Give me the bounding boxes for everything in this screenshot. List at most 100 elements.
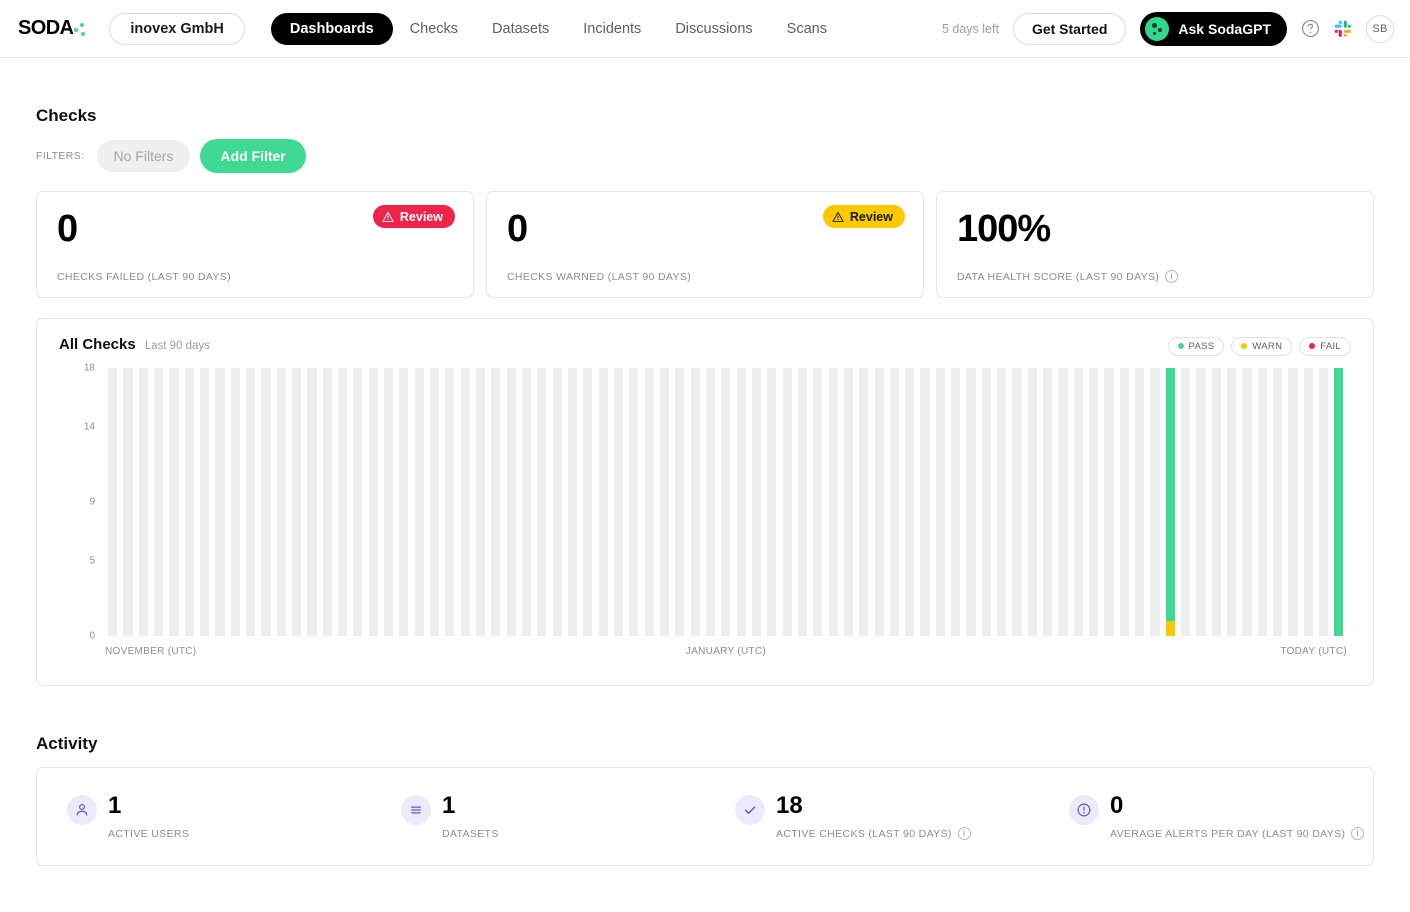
chart-bar[interactable] (491, 367, 501, 636)
chart-bar[interactable] (230, 367, 240, 636)
chart-bar[interactable] (521, 367, 532, 636)
chart-bar[interactable] (843, 367, 853, 636)
info-icon[interactable]: i (957, 827, 971, 841)
chart-bar[interactable] (552, 367, 562, 636)
chart-bar[interactable] (1288, 367, 1298, 636)
chart-bar[interactable] (414, 367, 424, 636)
chart-bar[interactable] (997, 367, 1007, 636)
chart-bar[interactable] (1319, 367, 1329, 636)
review-badge-warned[interactable]: Review (822, 205, 905, 228)
chart-bar[interactable] (721, 367, 731, 636)
legend-item-fail[interactable]: FAIL (1299, 336, 1351, 356)
chart-bar[interactable] (460, 367, 470, 636)
chart-bar[interactable] (138, 367, 148, 636)
chart-bar[interactable] (675, 367, 685, 636)
chart-bar[interactable] (690, 367, 700, 636)
legend-item-warn[interactable]: WARN (1231, 336, 1293, 356)
chart-bar[interactable] (782, 367, 792, 636)
chart-bar[interactable] (767, 367, 777, 636)
chart-bar[interactable] (154, 367, 164, 636)
chart-bar[interactable] (813, 367, 823, 636)
chart-bar[interactable] (981, 367, 991, 636)
chart-bar[interactable] (399, 367, 409, 636)
nav-item-discussions[interactable]: Discussions (658, 14, 769, 44)
chart-bar[interactable] (751, 367, 762, 636)
chart-bar[interactable] (169, 367, 179, 636)
chart-bar[interactable] (1303, 367, 1313, 636)
chart-bar[interactable] (1073, 367, 1083, 636)
chart-bar[interactable] (307, 367, 317, 636)
no-filters-chip[interactable]: No Filters (96, 140, 191, 172)
chart-bar[interactable] (659, 367, 670, 636)
chart-bar[interactable] (261, 367, 271, 636)
chart-bar[interactable] (429, 367, 440, 636)
chart-bar[interactable] (797, 367, 807, 636)
chart-bar[interactable] (935, 367, 945, 636)
legend-item-pass[interactable]: PASS (1167, 336, 1225, 356)
chart-bar[interactable] (1119, 367, 1129, 636)
chart-bar[interactable] (1027, 367, 1037, 636)
chart-bar[interactable] (537, 367, 547, 636)
chart-bar[interactable] (200, 367, 210, 636)
chart-bar[interactable] (292, 367, 302, 636)
nav-item-checks[interactable]: Checks (393, 14, 475, 44)
slack-icon[interactable] (1334, 20, 1352, 38)
chart-bar[interactable] (874, 367, 884, 636)
info-icon[interactable]: i (1165, 270, 1179, 283)
chart-bar[interactable] (1012, 367, 1022, 636)
org-switcher[interactable]: inovex GmbH (109, 12, 245, 45)
chart-bar[interactable] (920, 367, 930, 636)
chart-bar[interactable] (859, 367, 869, 636)
chart-bar[interactable] (613, 367, 624, 636)
chart-bar[interactable] (1135, 367, 1145, 636)
nav-item-datasets[interactable]: Datasets (475, 14, 566, 44)
chart-bar[interactable] (368, 367, 378, 636)
add-filter-button[interactable]: Add Filter (200, 139, 306, 173)
chart-bar[interactable] (1043, 367, 1053, 636)
nav-item-incidents[interactable]: Incidents (566, 14, 658, 44)
chart-bar[interactable] (705, 367, 716, 636)
chart-bar[interactable] (384, 367, 394, 636)
chart-bar[interactable] (629, 367, 639, 636)
chart-bar[interactable] (1242, 367, 1252, 636)
info-icon[interactable]: i (1351, 827, 1365, 841)
chart-bar[interactable] (583, 367, 593, 636)
nav-item-scans[interactable]: Scans (770, 14, 844, 44)
chart-bar[interactable] (506, 367, 516, 636)
chart-bar[interactable] (905, 367, 915, 636)
chart-bar[interactable] (1196, 367, 1206, 636)
chart-bar[interactable] (276, 367, 286, 636)
chart-bar[interactable] (215, 367, 225, 636)
chart-bar[interactable] (475, 367, 486, 636)
chart-bar[interactable] (246, 367, 256, 636)
chart-bar[interactable] (1104, 367, 1114, 636)
chart-bar[interactable] (123, 367, 133, 636)
chart-bar[interactable] (353, 367, 363, 636)
chart-bar[interactable] (1211, 367, 1221, 636)
chart-bar[interactable] (966, 367, 976, 636)
chart-bar[interactable] (1273, 367, 1283, 636)
chart-bar[interactable] (828, 367, 838, 636)
chart-bar[interactable] (338, 367, 348, 636)
chart-bar[interactable] (322, 367, 332, 636)
chart-bar[interactable] (1058, 367, 1068, 636)
ask-sodagpt-button[interactable]: Ask SodaGPT (1140, 11, 1287, 46)
chart-bar[interactable] (951, 367, 961, 636)
chart-bar[interactable] (108, 367, 118, 636)
review-badge-failed[interactable]: Review (372, 205, 455, 228)
help-circle-icon[interactable] (1301, 19, 1320, 38)
nav-item-dashboards[interactable]: Dashboards (270, 12, 393, 45)
chart-bar[interactable] (736, 367, 746, 636)
chart-bar[interactable] (445, 367, 455, 636)
chart-bar[interactable] (1165, 367, 1175, 636)
chart-bar[interactable] (1150, 367, 1160, 636)
chart-bar[interactable] (1334, 367, 1344, 636)
chart-bar[interactable] (1089, 367, 1099, 636)
user-avatar[interactable]: SB (1366, 14, 1394, 43)
chart-bar[interactable] (1181, 367, 1191, 636)
get-started-button[interactable]: Get Started (1012, 12, 1127, 45)
chart-bar[interactable] (889, 367, 899, 636)
chart-bar[interactable] (644, 367, 654, 636)
chart-bar[interactable] (1227, 367, 1237, 636)
chart-bar[interactable] (567, 367, 578, 636)
